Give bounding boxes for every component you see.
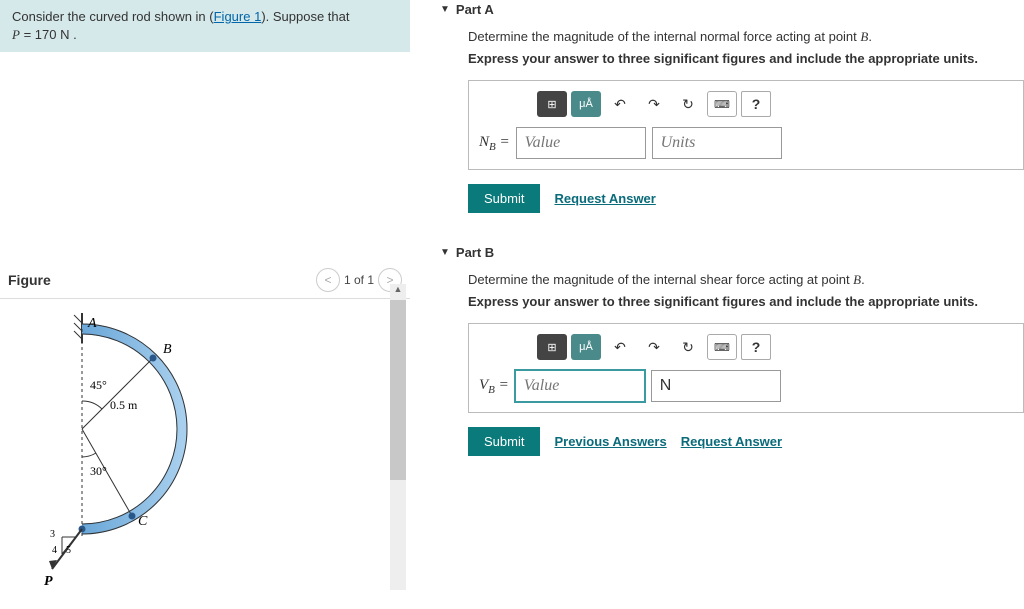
part-a-title: Part A	[456, 2, 494, 17]
part-b-units-input[interactable]	[651, 370, 781, 402]
figure-prev-button[interactable]: <	[316, 268, 340, 292]
part-b-previous-answers-link[interactable]: Previous Answers	[554, 434, 666, 449]
label-P: P	[44, 574, 53, 589]
param-var: P	[12, 27, 20, 42]
part-a-variable: NB =	[479, 134, 510, 153]
part-a-request-answer-link[interactable]: Request Answer	[554, 191, 655, 206]
help-button[interactable]: ?	[741, 334, 771, 360]
figure-pager-text: 1 of 1	[344, 273, 374, 287]
part-a-header[interactable]: ▼ Part A	[440, 0, 1024, 19]
label-5: 5	[66, 545, 71, 556]
label-3: 3	[50, 529, 55, 540]
templates-button[interactable]: ⊞	[537, 334, 567, 360]
part-b-variable: VB =	[479, 377, 509, 396]
figure-link[interactable]: Figure 1	[214, 9, 262, 24]
help-button[interactable]: ?	[741, 91, 771, 117]
part-b-question: Determine the magnitude of the internal …	[468, 272, 1024, 288]
part-a-value-input[interactable]	[516, 127, 646, 159]
part-a-instruction: Express your answer to three significant…	[468, 51, 1024, 66]
special-chars-button[interactable]: μÅ	[571, 334, 601, 360]
part-b-title: Part B	[456, 245, 494, 260]
part-a-answer-box: ⊞ μÅ ↶ ↷ ↻ ⌨ ? NB =	[468, 80, 1024, 170]
keyboard-button[interactable]: ⌨	[707, 91, 737, 117]
part-a-submit-button[interactable]: Submit	[468, 184, 540, 213]
part-b-value-input[interactable]	[515, 370, 645, 402]
part-b-request-answer-link[interactable]: Request Answer	[681, 434, 782, 449]
label-4: 4	[52, 545, 57, 556]
part-a-question: Determine the magnitude of the internal …	[468, 29, 1024, 45]
figure-title: Figure	[8, 272, 51, 288]
label-angle1: 45°	[90, 378, 107, 392]
label-radius: 0.5 m	[110, 398, 138, 412]
reset-button[interactable]: ↻	[673, 91, 703, 117]
figure-scrollbar[interactable]	[390, 300, 406, 590]
label-A: A	[87, 316, 97, 331]
scrollbar-thumb[interactable]	[390, 300, 406, 480]
redo-button[interactable]: ↷	[639, 334, 669, 360]
problem-text-suffix: ). Suppose that	[261, 9, 349, 24]
part-b-header[interactable]: ▼ Part B	[440, 243, 1024, 262]
special-chars-button[interactable]: μÅ	[571, 91, 601, 117]
part-b-instruction: Express your answer to three significant…	[468, 294, 1024, 309]
part-b-answer-box: ⊞ μÅ ↶ ↷ ↻ ⌨ ? VB =	[468, 323, 1024, 413]
caret-down-icon: ▼	[440, 247, 450, 258]
redo-button[interactable]: ↷	[639, 91, 669, 117]
figure-diagram: A B C P 45° 30° 0.5 m 3 4 5	[0, 299, 410, 599]
problem-statement: Consider the curved rod shown in (Figure…	[0, 0, 410, 52]
label-angle2: 30°	[90, 464, 107, 478]
label-B: B	[163, 342, 172, 357]
caret-down-icon: ▼	[440, 4, 450, 15]
undo-button[interactable]: ↶	[605, 91, 635, 117]
param-value: = 170 N .	[20, 27, 77, 42]
keyboard-button[interactable]: ⌨	[707, 334, 737, 360]
scroll-up-button[interactable]: ▲	[390, 284, 406, 300]
part-a-units-input[interactable]	[652, 127, 782, 159]
templates-button[interactable]: ⊞	[537, 91, 567, 117]
reset-button[interactable]: ↻	[673, 334, 703, 360]
label-C: C	[138, 514, 148, 529]
problem-text-prefix: Consider the curved rod shown in (	[12, 9, 214, 24]
part-b-submit-button[interactable]: Submit	[468, 427, 540, 456]
undo-button[interactable]: ↶	[605, 334, 635, 360]
